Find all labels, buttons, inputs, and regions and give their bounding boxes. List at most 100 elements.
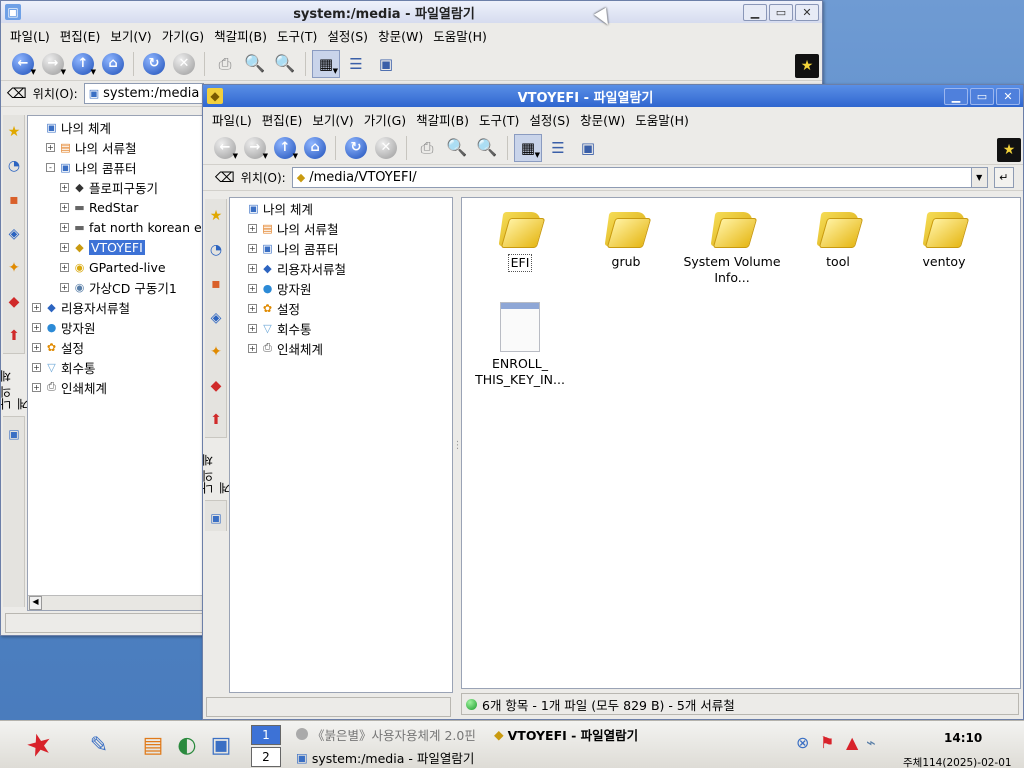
tree-item[interactable]: + ▽ 회수통	[28, 357, 202, 377]
sidebar-tab-root[interactable]: ◆	[3, 285, 25, 319]
up-button[interactable]: ↑ ▼	[271, 134, 299, 162]
launcher-system[interactable]: ▣	[204, 729, 238, 761]
minimize-button[interactable]: ▁	[944, 87, 968, 105]
home-button[interactable]: ⌂	[99, 50, 127, 78]
menu-bookmarks[interactable]: 책갈피(B)	[411, 110, 474, 129]
icon-view-button[interactable]: ▦ ▼	[514, 133, 542, 162]
folder-item[interactable]: grub	[576, 206, 676, 270]
tree-item[interactable]: ▣ 나의 체계	[28, 117, 202, 137]
tree-item[interactable]: + ● 망자원	[230, 278, 452, 298]
forward-button[interactable]: → ▼	[241, 134, 269, 162]
tree-expander-icon[interactable]: +	[248, 243, 257, 253]
tree-item[interactable]: + ⎙ 인쇄체계	[28, 377, 202, 397]
tree-item[interactable]: + ◆ VTOYEFI	[28, 237, 202, 257]
tree-item[interactable]: + ✿ 설정	[28, 337, 202, 357]
folder-item[interactable]: EFI	[470, 206, 570, 272]
title-bar[interactable]: ◆ VTOYEFI - 파일열람기 ▁ ▭ ✕	[203, 85, 1023, 107]
folder-item[interactable]: tool	[788, 206, 888, 270]
tree-expander-icon[interactable]: +	[248, 283, 257, 293]
forward-button[interactable]: → ▼	[39, 50, 67, 78]
start-menu-button[interactable]: ★	[10, 725, 68, 766]
sidebar-tab-bookmarks[interactable]: ★	[205, 199, 227, 233]
task-redstar-disc[interactable]: 《붉은별》사용자용체계 2.0핀	[296, 723, 476, 745]
menu-bookmarks[interactable]: 책갈피(B)	[209, 26, 272, 45]
scroll-left-icon[interactable]: ◀	[29, 596, 42, 610]
menu-edit[interactable]: 편집(E)	[257, 110, 308, 129]
menu-view[interactable]: 보기(V)	[105, 26, 156, 45]
maximize-button[interactable]: ▭	[769, 3, 793, 21]
go-button[interactable]: ↵	[993, 167, 1014, 188]
sidebar-tab-my-system[interactable]: 나의 체계	[1, 353, 30, 417]
sidebar-tab-services[interactable]: ✦	[205, 335, 227, 369]
tree-item[interactable]: + ◆ 플로피구동기	[28, 177, 202, 197]
desktop-pager-2[interactable]: 2	[251, 747, 281, 767]
horizontal-scrollbar[interactable]: ◀	[28, 595, 202, 610]
reload-button[interactable]: ↻	[140, 50, 168, 78]
maximize-button[interactable]: ▭	[970, 87, 994, 105]
launcher-browser[interactable]: ◐	[170, 729, 204, 761]
stop-button[interactable]: ✕	[372, 134, 400, 162]
zoom-in-button[interactable]: 🔍	[241, 50, 269, 78]
menu-settings[interactable]: 설정(S)	[524, 110, 575, 129]
tree-item[interactable]: + ✿ 설정	[230, 298, 452, 318]
tree-item[interactable]: - ▣ 나의 콤퓨터	[28, 157, 202, 177]
close-button[interactable]: ✕	[996, 87, 1020, 105]
file-item[interactable]: ENROLL_ THIS_KEY_IN...	[470, 302, 570, 388]
sidebar-tab-network[interactable]: ◈	[3, 217, 25, 251]
sidebar-tab-bookmarks[interactable]: ★	[3, 115, 25, 149]
tree-expander-icon[interactable]: +	[60, 222, 69, 232]
panel-splitter[interactable]: ⋮	[453, 197, 463, 693]
sidebar-tab-root[interactable]: ◆	[205, 369, 227, 403]
launcher-desktop[interactable]: ✎	[82, 729, 116, 761]
tree-item[interactable]: + ◆ 리용자서류철	[28, 297, 202, 317]
sidebar-tab-system[interactable]: ▣	[205, 501, 227, 535]
sidebar-tab-home[interactable]: ▪	[205, 267, 227, 301]
back-button[interactable]: ← ▼	[211, 134, 239, 162]
icon-view-button[interactable]: ▦ ▼	[312, 49, 340, 78]
preview-view-button[interactable]: ▣	[372, 50, 400, 78]
tree-item[interactable]: ▣ 나의 체계	[230, 198, 452, 218]
folder-item[interactable]: ventoy	[894, 206, 994, 270]
file-icon-view[interactable]: EFI grub System Volume Info... tool ventoy EN…	[461, 197, 1021, 689]
tree-item[interactable]: + ▬ RedStar	[28, 197, 202, 217]
print-button[interactable]: ⎙	[211, 50, 239, 78]
tree-expander-icon[interactable]: +	[248, 223, 257, 233]
tree-expander-icon[interactable]: +	[32, 322, 41, 332]
tree-expander-icon[interactable]: +	[32, 382, 41, 392]
tree-expander-icon[interactable]: +	[32, 362, 41, 372]
menu-view[interactable]: 보기(V)	[307, 110, 358, 129]
tree-expander-icon[interactable]: +	[60, 202, 69, 212]
tree-item[interactable]: + ▽ 회수통	[230, 318, 452, 338]
usb-tray-icon[interactable]: ⌁	[866, 733, 876, 752]
task-system-media[interactable]: ▣ system:/media - 파일열람기	[296, 746, 474, 768]
tree-expander-icon[interactable]: +	[32, 302, 41, 312]
sidebar-tab-history[interactable]: ◔	[205, 233, 227, 267]
title-bar[interactable]: ▣ system:/media - 파일열람기 ▁ ▭ ✕	[1, 1, 822, 23]
menu-settings[interactable]: 설정(S)	[322, 26, 373, 45]
menu-file[interactable]: 파일(L)	[207, 110, 257, 129]
preview-view-button[interactable]: ▣	[574, 134, 602, 162]
task-vtoyefi[interactable]: ◆ VTOYEFI - 파일열람기	[494, 723, 638, 745]
desktop-pager-1[interactable]: 1	[251, 725, 281, 745]
folder-tree[interactable]: ▣ 나의 체계 + ▤ 나의 서류철 - ▣ 나의 콤퓨터 + ◆ 플로피구동기 + ▬ RedStar +…	[27, 115, 203, 611]
tree-item[interactable]: + ◉ 가상CD 구동기1	[28, 277, 202, 297]
tree-item[interactable]: + ◆ 리용자서류철	[230, 258, 452, 278]
clock[interactable]: 14:10	[944, 731, 982, 745]
tree-expander-icon[interactable]: +	[46, 142, 55, 152]
tree-expander-icon[interactable]: -	[46, 162, 55, 172]
menu-edit[interactable]: 편집(E)	[55, 26, 106, 45]
tree-expander-icon[interactable]: +	[248, 343, 257, 353]
menu-tools[interactable]: 도구(T)	[474, 110, 524, 129]
menu-help[interactable]: 도움말(H)	[428, 26, 492, 45]
tree-expander-icon[interactable]: +	[248, 323, 257, 333]
close-button[interactable]: ✕	[795, 3, 819, 21]
network-disconnected-icon[interactable]: ⊗	[796, 733, 809, 752]
tree-item[interactable]: + ▣ 나의 콤퓨터	[230, 238, 452, 258]
back-button[interactable]: ← ▼	[9, 50, 37, 78]
tree-item[interactable]: + ● 망자원	[28, 317, 202, 337]
usb-drive-icon[interactable]: ◆	[207, 88, 223, 104]
file-manager-window-vtoyefi[interactable]: ◆ VTOYEFI - 파일열람기 ▁ ▭ ✕ 파일(L) 편집(E) 보기(V…	[202, 84, 1024, 720]
tree-expander-icon[interactable]: +	[248, 303, 257, 313]
update-icon[interactable]: ▲	[846, 733, 858, 752]
stop-button[interactable]: ✕	[170, 50, 198, 78]
